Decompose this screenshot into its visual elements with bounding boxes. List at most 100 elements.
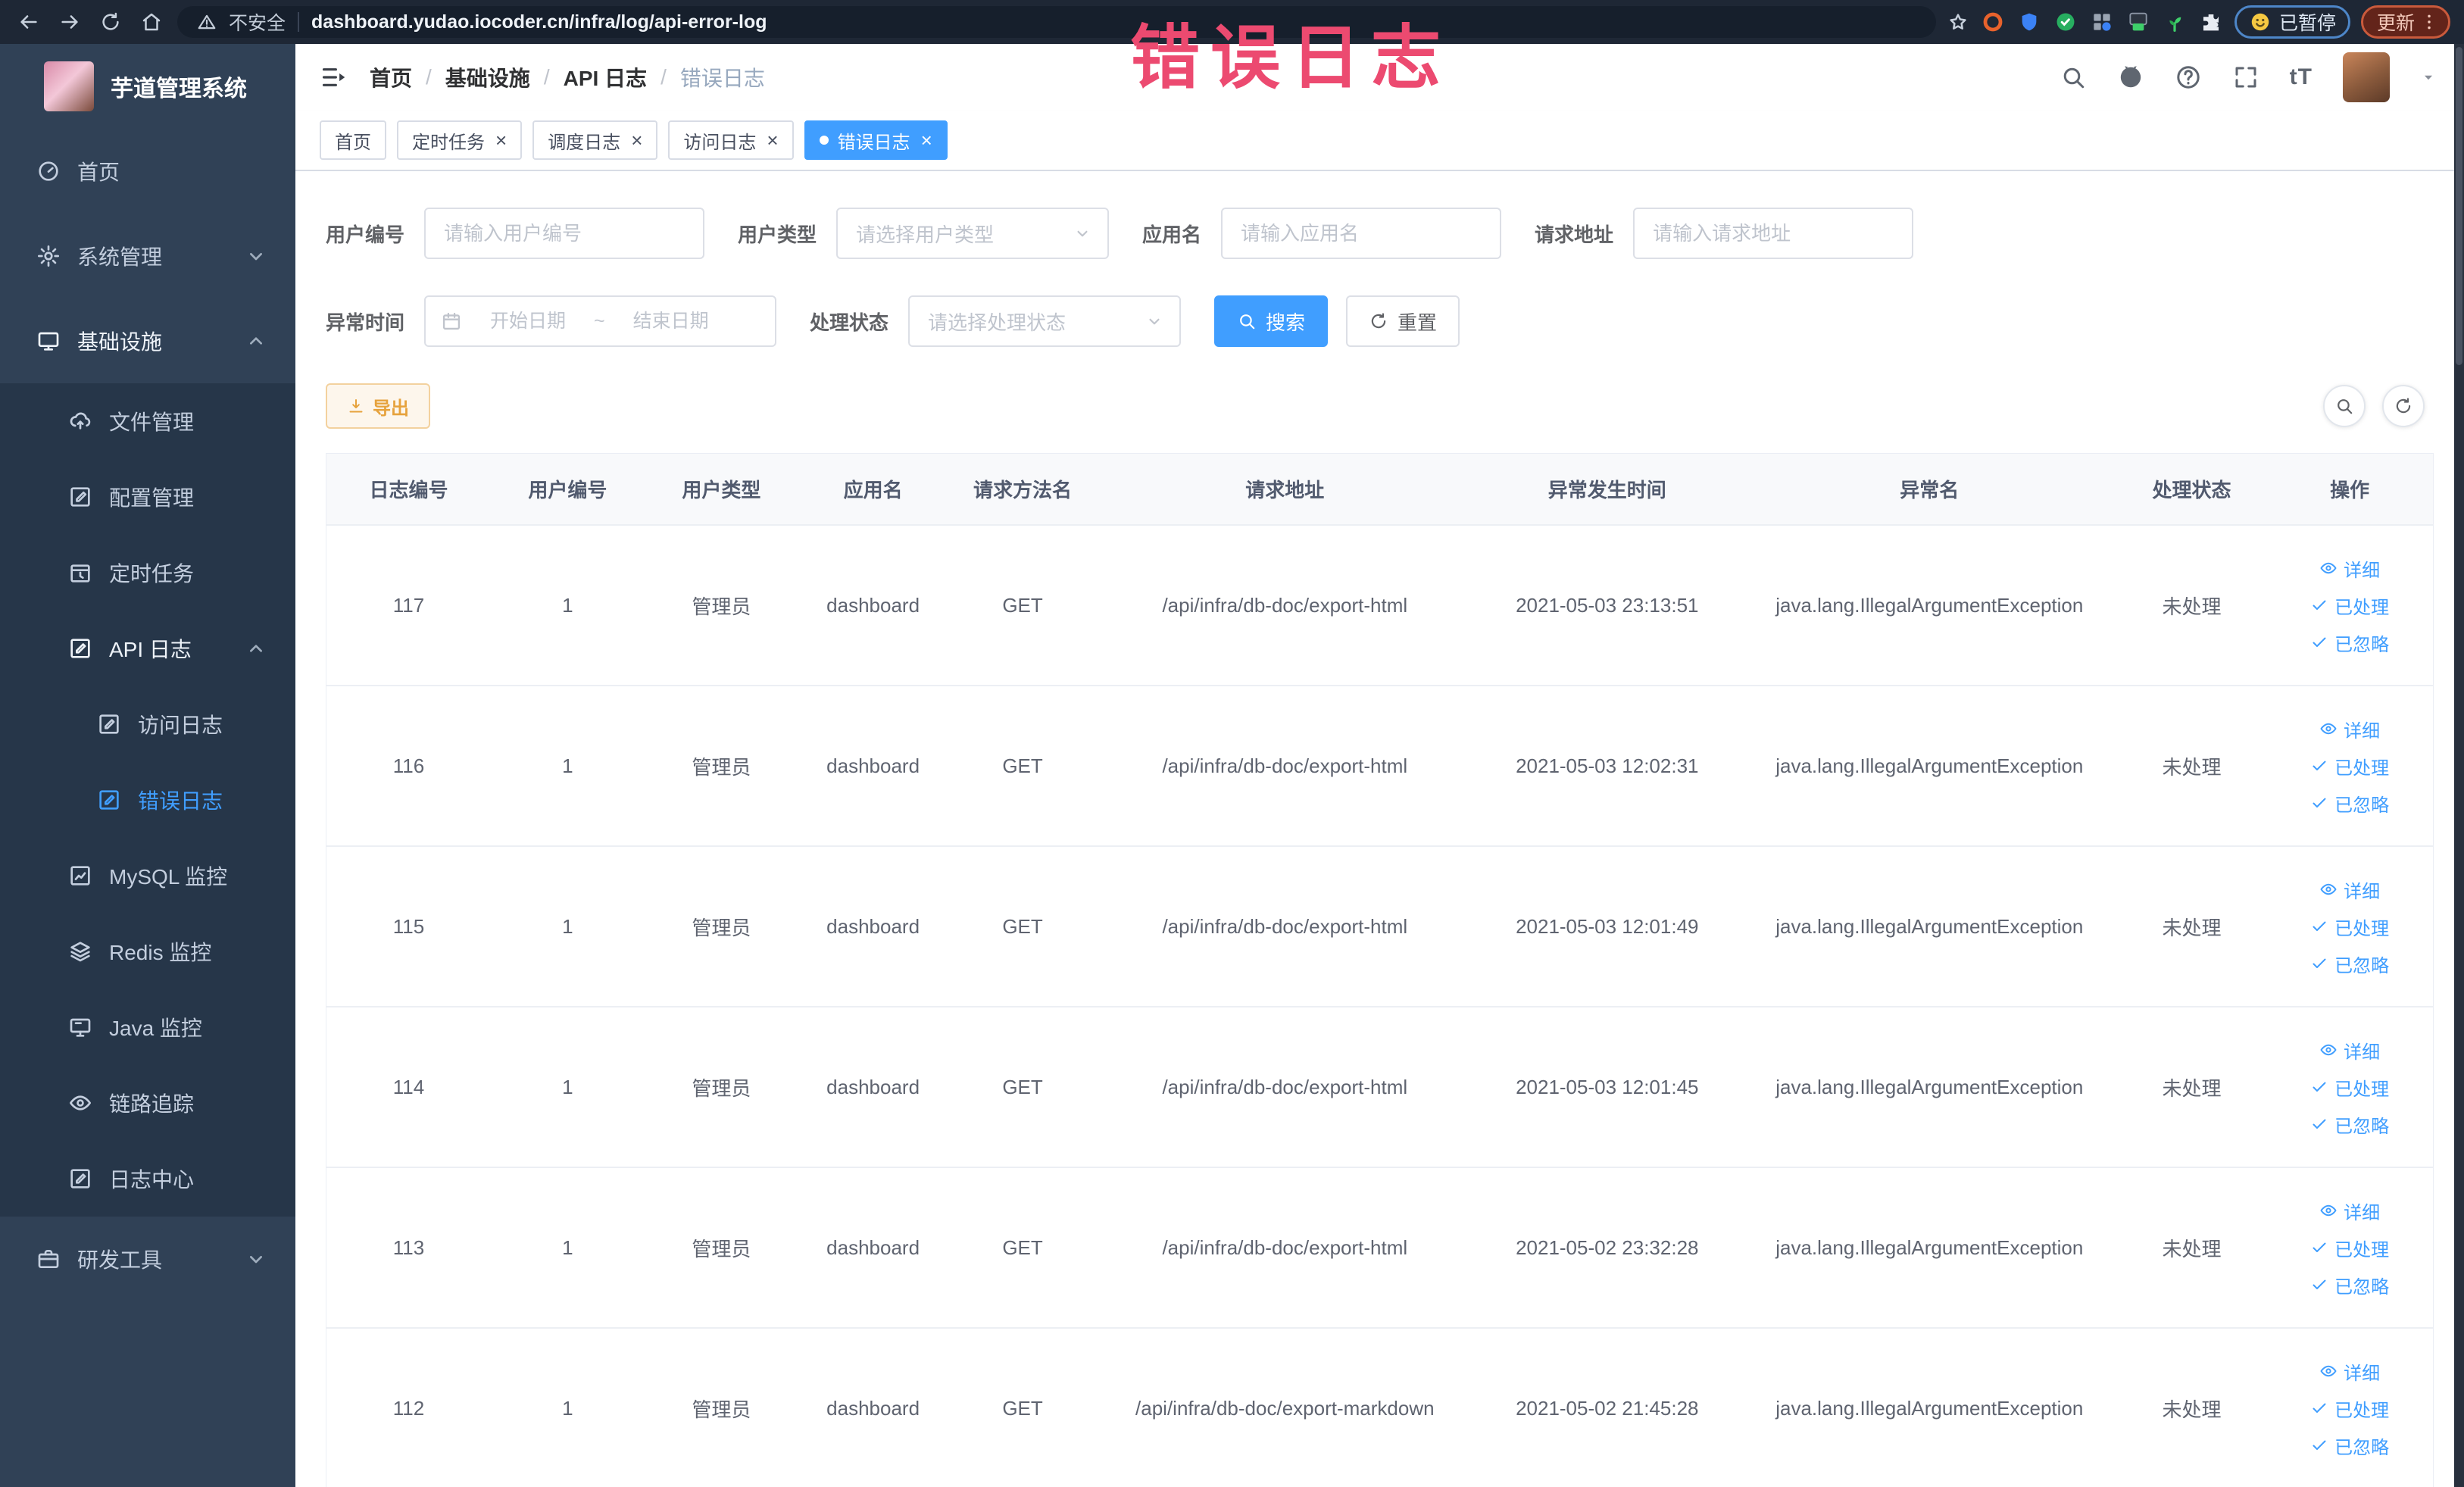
extension-orange-ring-icon[interactable] <box>1980 9 2006 35</box>
sidebar-item-system-admin[interactable]: 系统管理 <box>0 214 295 298</box>
table-row: 116 1 管理员 dashboard GET/api/infra/db-doc/exp… <box>326 686 2433 847</box>
doc-edit-icon <box>97 712 121 736</box>
browser-reload-button[interactable] <box>95 7 126 37</box>
chevron-up-icon <box>244 636 268 661</box>
sidebar-item-label: 访问日志 <box>138 714 223 737</box>
action-ignored-link[interactable]: 已忽略 <box>2310 1111 2389 1138</box>
upload-cloud-icon <box>68 409 92 433</box>
extension-grid-blue-dot-icon[interactable] <box>2089 9 2115 35</box>
extension-green-circle-icon[interactable] <box>2053 9 2078 35</box>
browser-forward-button[interactable] <box>55 7 85 37</box>
breadcrumb-infrastructure[interactable]: 基础设施 <box>445 62 530 92</box>
close-icon[interactable]: × <box>921 130 932 150</box>
header-search-icon[interactable] <box>2060 64 2087 91</box>
close-icon[interactable]: × <box>495 130 507 150</box>
action-label: 详细 <box>2344 881 2381 902</box>
action-processed-link[interactable]: 已处理 <box>2310 914 2389 940</box>
timer-icon <box>68 561 92 585</box>
end-date-input[interactable] <box>614 310 728 333</box>
extension-puzzle-icon[interactable] <box>2198 9 2224 35</box>
sidebar-item-redis-monitor[interactable]: Redis 监控 <box>0 914 295 989</box>
user-type-select[interactable]: 请选择用户类型 <box>836 208 1110 259</box>
sidebar-item-trace[interactable]: 链路追踪 <box>0 1065 295 1141</box>
window-scrollbar[interactable] <box>2454 44 2464 1487</box>
action-detail-link[interactable]: 详细 <box>2319 876 2380 903</box>
action-detail-link[interactable]: 详细 <box>2319 716 2380 742</box>
sidebar-item-error-log[interactable]: 错误日志 <box>0 762 295 838</box>
tab-label: 定时任务 <box>412 132 485 153</box>
cell-url: /api/infra/db-doc/export-html <box>1097 1167 1472 1329</box>
action-ignored-link[interactable]: 已忽略 <box>2310 1432 2389 1459</box>
sidebar-item-java-monitor[interactable]: Java 监控 <box>0 989 295 1065</box>
action-ignored-link[interactable]: 已忽略 <box>2310 1272 2389 1298</box>
address-bar[interactable]: 不安全 dashboard.yudao.iocoder.cn/infra/log… <box>177 6 1936 38</box>
action-processed-link[interactable]: 已处理 <box>2310 1235 2389 1261</box>
extension-blue-shield-icon[interactable] <box>2016 9 2042 35</box>
sidebar-item-dev-tools[interactable]: 研发工具 <box>0 1217 295 1301</box>
chevron-down-icon[interactable] <box>2420 69 2437 86</box>
hamburger-icon[interactable] <box>320 63 348 92</box>
chevron-down-icon <box>244 1247 268 1271</box>
close-icon[interactable]: × <box>631 130 642 150</box>
user-id-input[interactable] <box>424 208 705 259</box>
action-processed-link[interactable]: 已处理 <box>2310 592 2389 619</box>
tab-error-log[interactable]: 错误日志 × <box>804 120 948 160</box>
cell-app_name: dashboard <box>798 846 948 1007</box>
sidebar-item-file-admin[interactable]: 文件管理 <box>0 383 295 459</box>
app-logo-row[interactable]: 芋道管理系统 <box>0 44 295 129</box>
refresh-table-button[interactable] <box>2382 385 2425 427</box>
export-button[interactable]: 导出 <box>326 383 430 429</box>
action-label: 已忽略 <box>2334 1116 2390 1137</box>
reset-button[interactable]: 重置 <box>1346 295 1460 347</box>
action-detail-link[interactable]: 详细 <box>2319 555 2380 582</box>
extension-sprout-icon[interactable] <box>2162 9 2188 35</box>
scrollbar-thumb[interactable] <box>2456 47 2462 365</box>
date-range-picker[interactable]: ~ <box>424 295 777 347</box>
start-date-input[interactable] <box>471 310 586 333</box>
browser-back-button[interactable] <box>14 7 44 37</box>
action-ignored-link[interactable]: 已忽略 <box>2310 790 2389 817</box>
check-icon <box>2310 794 2328 812</box>
sidebar-item-infrastructure[interactable]: 基础设施 <box>0 298 295 383</box>
font-size-icon[interactable]: tT <box>2290 64 2313 90</box>
bookmark-star-icon[interactable] <box>1947 11 1969 33</box>
sidebar-item-scheduled-jobs[interactable]: 定时任务 <box>0 535 295 611</box>
action-processed-link[interactable]: 已处理 <box>2310 1074 2389 1101</box>
tab-home[interactable]: 首页 <box>320 120 386 160</box>
breadcrumb-home[interactable]: 首页 <box>370 62 412 92</box>
sidebar-item-log-center[interactable]: 日志中心 <box>0 1141 295 1217</box>
action-label: 已忽略 <box>2334 955 2390 976</box>
action-detail-link[interactable]: 详细 <box>2319 1037 2380 1064</box>
sidebar-item-home[interactable]: 首页 <box>0 129 295 214</box>
action-ignored-link[interactable]: 已忽略 <box>2310 629 2389 656</box>
browser-home-button[interactable] <box>136 7 167 37</box>
fullscreen-icon[interactable] <box>2232 64 2259 91</box>
action-processed-link[interactable]: 已处理 <box>2310 1395 2389 1422</box>
tab-schedule-log[interactable]: 调度日志 × <box>532 120 658 160</box>
process-status-select[interactable]: 请选择处理状态 <box>908 295 1182 347</box>
action-detail-link[interactable]: 详细 <box>2319 1198 2380 1224</box>
kebab-menu-icon[interactable] <box>2419 12 2439 32</box>
request-url-input[interactable] <box>1633 208 1914 259</box>
user-avatar[interactable] <box>2343 52 2390 102</box>
sidebar-item-mysql-monitor[interactable]: MySQL 监控 <box>0 838 295 914</box>
toggle-search-button[interactable] <box>2323 385 2366 427</box>
action-processed-link[interactable]: 已处理 <box>2310 753 2389 779</box>
tab-access-log[interactable]: 访问日志 × <box>668 120 794 160</box>
action-ignored-link[interactable]: 已忽略 <box>2310 951 2389 977</box>
close-icon[interactable]: × <box>767 130 778 150</box>
browser-update-button[interactable]: 更新 <box>2360 5 2450 39</box>
github-icon[interactable] <box>2117 64 2144 91</box>
tab-scheduled-jobs[interactable]: 定时任务 × <box>397 120 523 160</box>
sidebar-item-access-log[interactable]: 访问日志 <box>0 686 295 762</box>
breadcrumb-api-log[interactable]: API 日志 <box>564 62 647 92</box>
cell-url: /api/infra/db-doc/export-html <box>1097 846 1472 1007</box>
search-button[interactable]: 搜索 <box>1214 295 1329 347</box>
app-name-input[interactable] <box>1221 208 1502 259</box>
sidebar-item-config-admin[interactable]: 配置管理 <box>0 459 295 535</box>
profile-paused-badge[interactable]: 已暂停 <box>2234 5 2350 39</box>
help-icon[interactable] <box>2175 64 2202 91</box>
action-detail-link[interactable]: 详细 <box>2319 1358 2380 1385</box>
extension-terminal-on-icon[interactable] <box>2125 9 2151 35</box>
sidebar-item-api-log[interactable]: API 日志 <box>0 611 295 686</box>
